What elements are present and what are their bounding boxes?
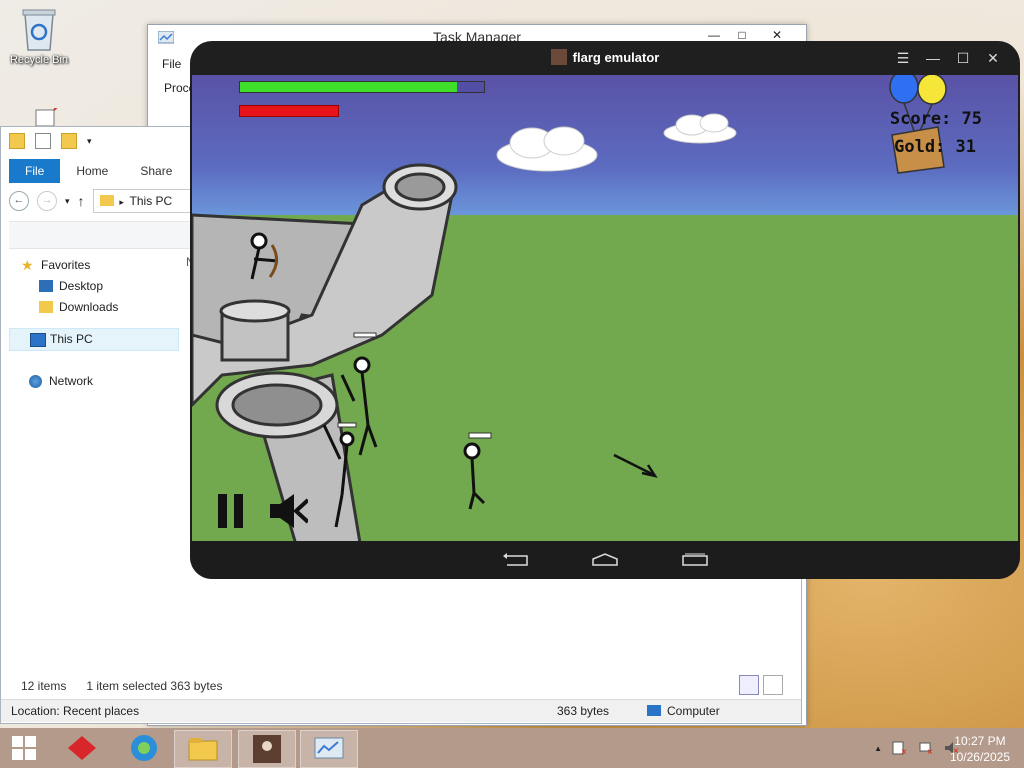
computer-zone-text: Computer xyxy=(667,704,720,718)
start-button[interactable] xyxy=(0,730,48,766)
recycle-bin-label: Recycle Bin xyxy=(9,54,69,66)
pause-button[interactable] xyxy=(216,492,246,533)
svg-text:×: × xyxy=(927,747,933,756)
details-view-icon[interactable] xyxy=(739,675,759,695)
flarg-icon xyxy=(253,735,281,763)
status-bar: 12 items 1 item selected 363 bytes xyxy=(21,679,222,693)
show-hidden-icons-icon[interactable]: ▲ xyxy=(874,744,882,753)
nav-label: Favorites xyxy=(41,258,91,272)
forward-arrow-icon[interactable]: → xyxy=(37,191,57,211)
clock-time: 10:27 PM xyxy=(954,734,1006,748)
taskbar-app-task-manager[interactable] xyxy=(300,730,358,768)
large-icons-view-icon[interactable] xyxy=(763,675,783,695)
enemy-health-bar xyxy=(239,105,339,117)
clock-date: 10/26/2025 xyxy=(949,750,1010,764)
taskbar-app-explorer[interactable] xyxy=(174,730,232,768)
gold-label: Gold: 31 xyxy=(894,137,976,157)
nav-item-downloads[interactable]: Downloads xyxy=(9,297,179,318)
location-text: Location: Recent places xyxy=(11,704,140,718)
address-folder-icon xyxy=(99,195,114,206)
player-health-bar xyxy=(239,81,485,93)
task-manager-file-menu[interactable]: File xyxy=(162,57,181,71)
tab-file[interactable]: File xyxy=(9,159,61,183)
close-icon[interactable]: ✕ xyxy=(984,41,1002,75)
ribbon-tabs: File Home Share xyxy=(9,159,188,183)
windows-logo-icon xyxy=(12,736,36,760)
castle xyxy=(192,163,458,541)
emulator-title: flarg emulator xyxy=(572,50,660,65)
android-nav-bar xyxy=(190,541,1020,579)
emulator-window-buttons: ☰ — ☐ ✕ xyxy=(894,41,1002,75)
downloads-icon xyxy=(39,301,53,313)
recycle-bin-desktop-icon[interactable]: Recycle Bin xyxy=(4,6,74,66)
taskbar: ▲ × × × 10:27 PM 10/26/2025 xyxy=(0,728,1024,768)
nav-label: Desktop xyxy=(59,279,104,293)
recent-apps-icon[interactable] xyxy=(681,553,709,567)
action-center-icon[interactable]: × xyxy=(892,740,908,756)
game-canvas[interactable]: Score: 75 Gold: 31 xyxy=(192,75,1018,541)
task-manager-app-icon xyxy=(158,31,174,44)
browser-icon xyxy=(131,735,157,761)
network-icon xyxy=(29,375,42,388)
folder-icon xyxy=(188,738,218,761)
folder-icon[interactable] xyxy=(9,133,25,149)
score-label: Score: 75 xyxy=(889,109,982,129)
cloud xyxy=(496,126,598,172)
enemy-stickman xyxy=(463,432,492,510)
taskbar-app-flarg[interactable] xyxy=(238,730,296,768)
nav-item-network[interactable]: Network xyxy=(9,371,179,392)
cloud xyxy=(663,113,737,144)
nav-item-desktop[interactable]: Desktop xyxy=(9,276,179,297)
desktop-file-icon[interactable] xyxy=(12,103,82,127)
menu-icon[interactable]: ☰ xyxy=(894,41,912,75)
view-buttons xyxy=(739,675,783,695)
sound-button[interactable] xyxy=(268,492,310,533)
up-arrow-icon[interactable]: ↑ xyxy=(78,193,85,209)
nav-label: Downloads xyxy=(59,300,119,314)
red-app-icon xyxy=(68,736,96,760)
selection-info: 1 item selected 363 bytes xyxy=(86,679,223,693)
tab-home[interactable]: Home xyxy=(60,159,124,183)
computer-icon xyxy=(30,333,46,347)
details-bar: Location: Recent places 363 bytes Comput… xyxy=(1,699,801,722)
nav-item-favorites[interactable]: ★ Favorites xyxy=(21,255,179,276)
new-folder-icon[interactable] xyxy=(61,133,77,149)
tab-share[interactable]: Share xyxy=(124,159,188,183)
flarg-app-icon xyxy=(550,49,567,65)
arrow-projectile xyxy=(613,453,658,478)
computer-zone-icon xyxy=(647,705,661,716)
recent-locations-chevron-icon[interactable]: ▾ xyxy=(65,196,70,207)
taskbar-app-red[interactable] xyxy=(54,730,110,766)
pause-icon xyxy=(218,494,243,528)
address-text: This PC xyxy=(129,194,173,208)
system-tray: ▲ × × × xyxy=(874,740,960,756)
clock[interactable]: 10:27 PM 10/26/2025 xyxy=(950,733,1010,765)
home-icon[interactable] xyxy=(591,553,619,567)
maximize-icon[interactable]: ☐ xyxy=(954,41,972,75)
size-text: 363 bytes xyxy=(557,704,610,718)
task-manager-icon xyxy=(314,737,344,759)
flarg-emulator-window[interactable]: flarg emulator ☰ — ☐ ✕ Score: 75 Gold: 3… xyxy=(190,41,1020,579)
minimize-icon[interactable]: — xyxy=(924,41,942,75)
chevron-down-icon[interactable]: ▾ xyxy=(87,134,95,148)
taskbar-app-browser[interactable] xyxy=(116,730,172,766)
star-icon: ★ xyxy=(21,257,34,273)
player-health-fill xyxy=(240,82,458,92)
back-arrow-icon[interactable]: ← xyxy=(9,191,29,211)
network-status-icon[interactable]: × xyxy=(918,740,934,756)
desktop-icon xyxy=(39,280,53,292)
navigation-pane: ★ Favorites Desktop Downloads This PC Ne… xyxy=(9,255,179,392)
item-count: 12 items xyxy=(21,679,67,693)
document-icon xyxy=(35,103,61,127)
nav-label: This PC xyxy=(50,332,93,346)
svg-text:×: × xyxy=(901,747,907,756)
quick-access-toolbar: ▾ xyxy=(9,133,95,149)
back-icon[interactable] xyxy=(501,553,529,567)
speaker-icon xyxy=(270,494,310,528)
recycle-bin-icon xyxy=(22,9,56,51)
nav-item-this-pc[interactable]: This PC xyxy=(9,328,179,351)
nav-label: Network xyxy=(49,374,94,388)
address-separator-icon: ▸ xyxy=(116,197,127,207)
properties-icon[interactable] xyxy=(35,133,51,149)
